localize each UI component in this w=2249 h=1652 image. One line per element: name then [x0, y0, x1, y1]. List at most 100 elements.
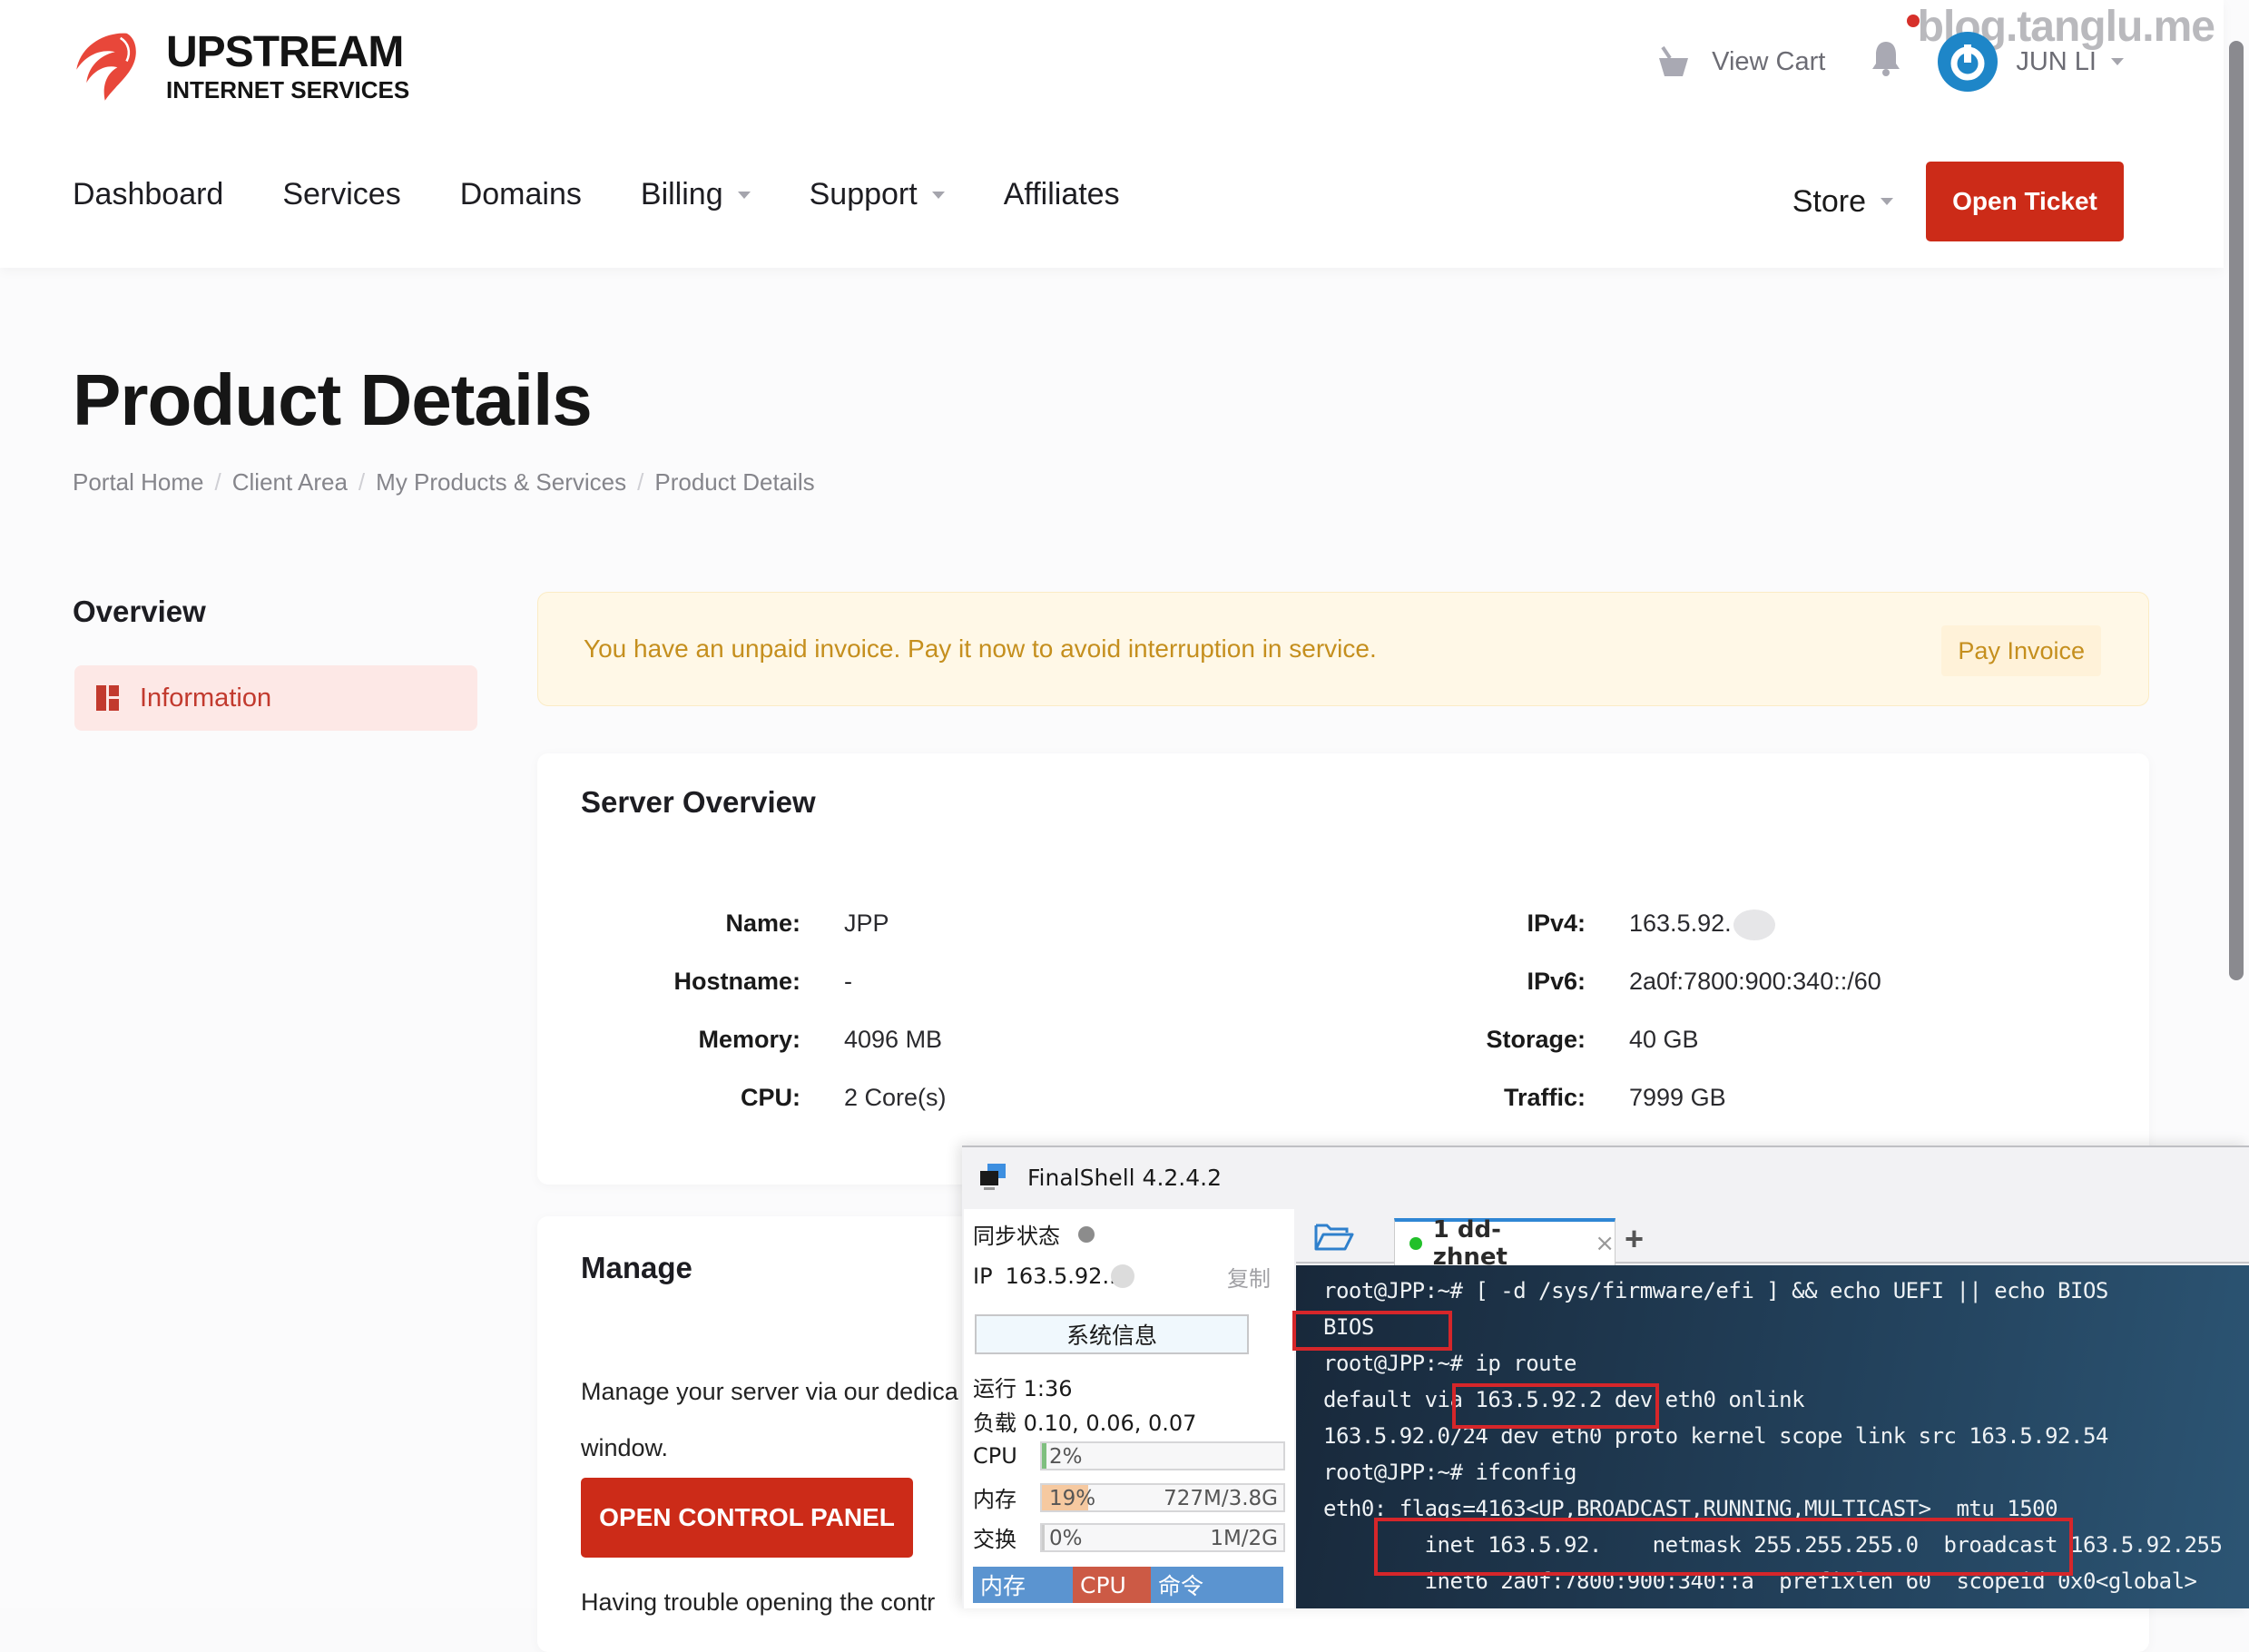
nav-services[interactable]: Services — [282, 177, 400, 212]
finalshell-titlebar[interactable]: FinalShell 4.2.4.2 — [978, 1164, 1222, 1191]
breadcrumb-products-services[interactable]: My Products & Services — [376, 468, 626, 497]
terminal[interactable]: root@JPP:~# [ -d /sys/firmware/efi ] && … — [1292, 1265, 2249, 1608]
logo[interactable]: UPSTREAM INTERNET SERVICES — [73, 27, 409, 104]
field-label: Storage: — [1486, 1026, 1586, 1053]
manage-title: Manage — [581, 1251, 692, 1284]
server-field-name: Name: JPP — [537, 910, 889, 938]
field-label: Traffic: — [1503, 1084, 1586, 1111]
finalshell-tabbar: 1 dd-zhnet × + — [1296, 1209, 2249, 1271]
nav-label: Billing — [640, 177, 723, 211]
field-value: 7999 GB — [1629, 1084, 1726, 1111]
notifications-button[interactable] — [1871, 15, 1920, 84]
chevron-down-icon — [1881, 198, 1893, 205]
meter-label: 交换 — [973, 1527, 1016, 1552]
sidebar-item-label: Information — [140, 683, 272, 713]
meter-percent: 2% — [1049, 1445, 1083, 1469]
column-command[interactable]: 命令 — [1151, 1567, 1283, 1603]
sync-label: 同步状态 — [973, 1224, 1060, 1249]
breadcrumb-portal-home[interactable]: Portal Home — [73, 468, 204, 497]
session-tab-label: 1 dd-zhnet — [1432, 1216, 1508, 1271]
nav-domains[interactable]: Domains — [460, 177, 582, 212]
user-menu[interactable]: JUN LI — [1938, 32, 2124, 92]
sync-status: 同步状态 — [973, 1218, 1095, 1250]
meter-amount: 727M/3.8G — [1164, 1486, 1278, 1510]
chevron-down-icon — [2111, 58, 2124, 65]
field-label: IPv6: — [1527, 968, 1586, 995]
server-overview-card: Server Overview Name: JPP Hostname: - Memo… — [537, 753, 2149, 1185]
power-icon — [1950, 44, 1985, 81]
sidebar-item-information[interactable]: Information — [74, 665, 477, 731]
nav-label: Services — [282, 177, 401, 211]
view-cart-label: View Cart — [1712, 46, 1826, 76]
connected-status-dot — [1409, 1237, 1422, 1250]
server-field-storage: Storage: 40 GB — [1354, 1026, 1699, 1054]
session-tab[interactable]: 1 dd-zhnet × — [1394, 1216, 1616, 1271]
unpaid-invoice-alert: You have an unpaid invoice. Pay it now t… — [537, 592, 2149, 706]
bell-icon — [1872, 42, 1900, 76]
finalshell-title: FinalShell 4.2.4.2 — [1027, 1164, 1223, 1191]
highlight-box-inet — [1374, 1518, 2073, 1576]
terminal-line: 163.5.92.0/24 dev eth0 proto kernel scop… — [1323, 1423, 2108, 1449]
swap-meter-row: 交换 0% 1M/2G — [973, 1521, 1285, 1553]
nav-support[interactable]: Support — [810, 177, 945, 212]
open-ticket-button[interactable]: Open Ticket — [1926, 162, 2124, 241]
trouble-text: Having trouble opening the contr — [581, 1588, 936, 1616]
nav-affiliates[interactable]: Affiliates — [1004, 177, 1120, 212]
new-tab-button[interactable]: + — [1625, 1220, 1644, 1258]
meter-fill — [1042, 1524, 1045, 1550]
finalshell-window: FinalShell 4.2.4.2 同步状态 IP 163.5.92.. 复制… — [962, 1146, 2249, 1608]
field-label: CPU: — [741, 1084, 800, 1111]
meter-amount: 1M/2G — [1210, 1526, 1278, 1550]
store-label: Store — [1792, 183, 1866, 219]
pay-invoice-button[interactable]: Pay Invoice — [1941, 625, 2101, 676]
open-control-panel-button[interactable]: OPEN CONTROL PANEL — [581, 1478, 913, 1558]
bird-logo-icon — [76, 33, 136, 101]
ip-label: IP — [973, 1264, 993, 1289]
field-value: 2a0f:7800:900:340::/60 — [1629, 968, 1881, 995]
chevron-down-icon — [737, 191, 751, 199]
close-icon[interactable]: × — [1595, 1230, 1615, 1257]
uptime: 运行 1:36 — [973, 1376, 1073, 1401]
field-label: IPv4: — [1527, 910, 1586, 937]
terminal-line: root@JPP:~# [ -d /sys/firmware/efi ] && … — [1323, 1278, 2108, 1303]
computer-icon — [980, 1164, 1006, 1190]
sync-status-dot — [1078, 1225, 1095, 1243]
swap-meter: 0% 1M/2G — [1040, 1522, 1285, 1552]
load-average: 负载 0.10, 0.06, 0.07 — [973, 1411, 1197, 1436]
highlight-box-gateway — [1452, 1383, 1659, 1429]
copy-ip-button[interactable]: 复制 — [1227, 1261, 1271, 1293]
system-info-button[interactable]: 系统信息 — [975, 1314, 1249, 1354]
client-area-page: UPSTREAM INTERNET SERVICES blog.tanglu.m… — [0, 0, 2249, 1652]
terminal-line: root@JPP:~# ifconfig — [1323, 1460, 1576, 1485]
server-overview-title: Server Overview — [581, 785, 816, 819]
field-value: 40 GB — [1629, 1026, 1699, 1053]
field-label: Name: — [725, 910, 800, 937]
basket-icon — [1659, 45, 1689, 76]
nav-billing[interactable]: Billing — [641, 177, 751, 212]
column-memory[interactable]: 内存 — [973, 1567, 1073, 1603]
page-scrollbar[interactable] — [2229, 41, 2244, 980]
user-name: JUN LI — [2016, 46, 2097, 76]
ip-row: IP 163.5.92.. 复制 — [973, 1264, 1291, 1292]
memory-meter-row: 内存 19% 727M/3.8G — [973, 1481, 1285, 1513]
server-field-ipv4: IPv4: 163.5.92. — [1354, 910, 1775, 940]
meter-fill — [1042, 1443, 1047, 1469]
server-field-traffic: Traffic: 7999 GB — [1354, 1084, 1726, 1112]
redaction-blur — [1733, 910, 1775, 940]
nav-dashboard[interactable]: Dashboard — [73, 177, 223, 212]
nav-label: Dashboard — [73, 177, 224, 211]
meter-label: 内存 — [973, 1487, 1016, 1512]
avatar — [1938, 32, 1999, 92]
nav-store[interactable]: Store — [1792, 184, 1893, 220]
open-folder-button[interactable] — [1314, 1222, 1354, 1255]
server-field-memory: Memory: 4096 MB — [537, 1026, 942, 1054]
main-nav: Dashboard Services Domains Billing Suppo… — [73, 177, 1179, 212]
breadcrumb-separator: / — [214, 468, 221, 496]
breadcrumb-separator: / — [637, 468, 644, 496]
field-value: 2 Core(s) — [844, 1084, 947, 1111]
server-field-hostname: Hostname: - — [537, 968, 852, 996]
breadcrumb-client-area[interactable]: Client Area — [232, 468, 348, 497]
column-cpu[interactable]: CPU — [1073, 1567, 1151, 1603]
field-value: 4096 MB — [844, 1026, 943, 1053]
view-cart-link[interactable]: View Cart — [1655, 45, 1825, 78]
